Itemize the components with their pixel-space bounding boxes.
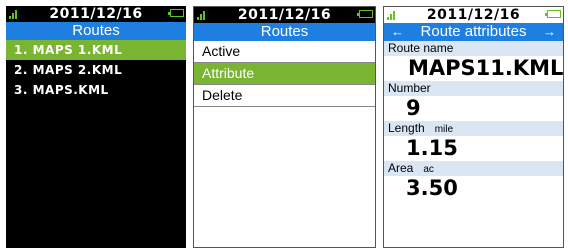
route-item-1[interactable]: 1. MAPS 1.KML (6, 40, 186, 60)
status-bar: 2011/12/16 09:48 (384, 7, 563, 39)
length-unit: mile (434, 124, 454, 135)
signal-icon (387, 10, 397, 20)
menu-item-delete[interactable]: Delete (194, 85, 375, 107)
title-bar: ← Route attributes → (384, 23, 563, 41)
area-label-row: Area ac (384, 161, 563, 176)
menu-item-active[interactable]: Active (194, 41, 375, 63)
length-label: Length (388, 121, 425, 135)
title-bar: Routes (194, 23, 375, 41)
screen-title: Routes (260, 23, 309, 40)
title-bar: Routes (6, 22, 186, 40)
battery-icon (168, 9, 184, 17)
number-value: 9 (406, 96, 421, 120)
battery-icon (357, 10, 373, 18)
screen-title: Routes (72, 22, 120, 39)
route-item-2[interactable]: 2. MAPS 2.KML (6, 60, 186, 80)
signal-icon (9, 9, 19, 19)
number-label: Number (388, 81, 431, 95)
status-bar: 2011/12/16 09:48 (6, 6, 186, 38)
arrow-left-icon[interactable]: ← (391, 23, 404, 41)
length-value: 1.15 (406, 136, 458, 160)
area-value: 3.50 (406, 176, 458, 200)
area-label: Area (388, 161, 414, 175)
arrow-right-icon[interactable]: → (543, 23, 556, 41)
status-bar: 2011/12/16 09:48 (194, 7, 375, 39)
number-label-row: Number (384, 81, 563, 96)
route-attributes-screen: 2011/12/16 09:48 ← Route attributes → Ro… (383, 6, 564, 248)
length-label-row: Length mile (384, 121, 563, 136)
screen-title: Route attributes (420, 23, 527, 40)
route-name-value: MAPS11.KML (408, 56, 564, 80)
area-unit: ac (423, 164, 434, 175)
menu-item-attribute[interactable]: Attribute (194, 63, 375, 85)
battery-icon (545, 10, 561, 18)
route-options-screen: 2011/12/16 09:48 Routes Active Attribute… (193, 6, 376, 248)
route-name-label: Route name (384, 41, 563, 56)
signal-icon (197, 10, 207, 20)
routes-list-screen: 2011/12/16 09:48 Routes 1. MAPS 1.KML 2.… (6, 6, 186, 248)
route-item-3[interactable]: 3. MAPS.KML (6, 80, 186, 100)
